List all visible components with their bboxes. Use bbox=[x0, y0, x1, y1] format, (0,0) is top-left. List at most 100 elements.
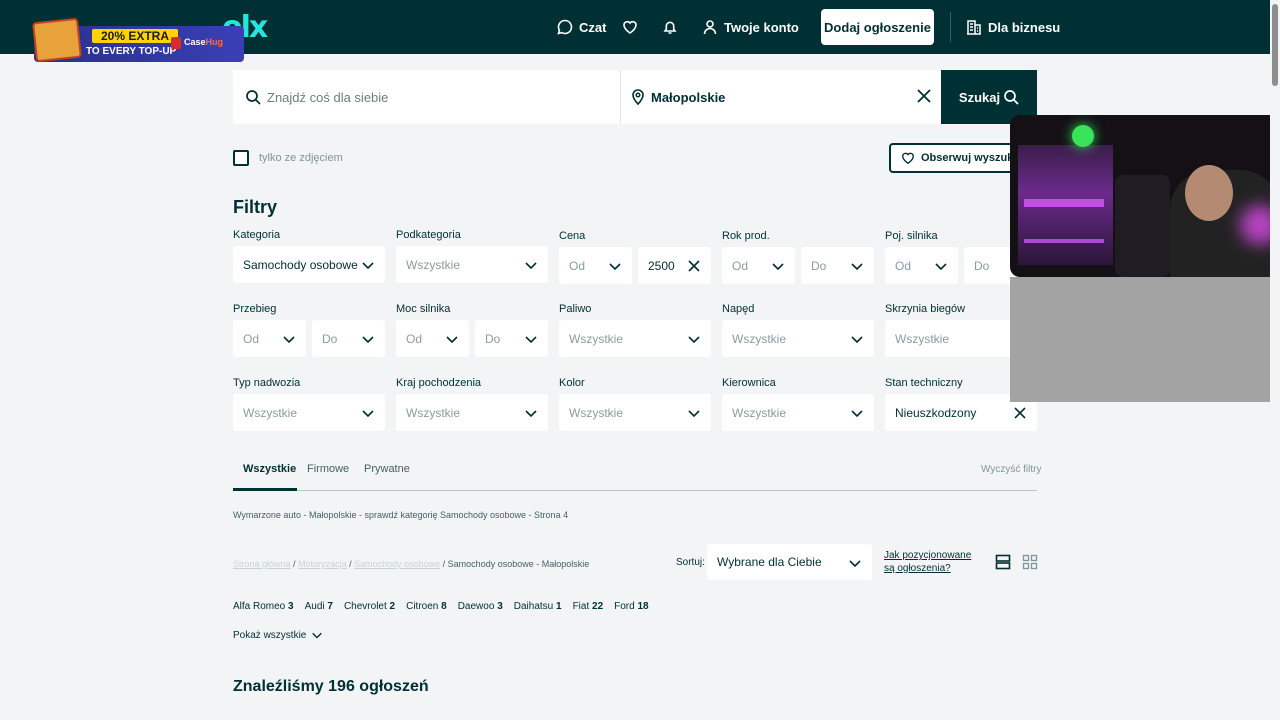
brand-link[interactable]: Ford 18 bbox=[614, 601, 648, 612]
chevron-down-icon bbox=[688, 336, 700, 344]
brand-link[interactable]: Fiat 22 bbox=[573, 601, 604, 612]
mileage-label: Przebieg bbox=[233, 303, 277, 315]
business-link[interactable]: Dla biznesu bbox=[966, 0, 1060, 54]
ranking-info-link[interactable]: Jak pozycjonowane są ogłoszenia? bbox=[884, 549, 984, 575]
body-type-select[interactable]: Wszystkie bbox=[233, 394, 385, 431]
power-from-value: Od bbox=[406, 331, 423, 346]
add-listing-button[interactable]: Dodaj ogłoszenie bbox=[821, 9, 934, 45]
breadcrumb-home[interactable]: Strona główna bbox=[233, 559, 291, 569]
brand-link[interactable]: Audi 7 bbox=[305, 601, 333, 612]
subcategory-select[interactable]: Wszystkie bbox=[396, 246, 548, 283]
color-value: Wszystkie bbox=[569, 405, 623, 420]
body-type-label: Typ nadwozia bbox=[233, 377, 301, 389]
category-value: Samochody osobowe bbox=[243, 257, 358, 272]
webcam-person-head bbox=[1185, 165, 1233, 221]
brand-link[interactable]: Daewoo 3 bbox=[458, 601, 503, 612]
clear-price-icon[interactable] bbox=[687, 259, 701, 273]
follow-search-button[interactable]: Obserwuj wyszukiwanie bbox=[889, 143, 1029, 173]
clear-filters-link[interactable]: Wyczyść filtry bbox=[981, 464, 1041, 475]
drive-select[interactable]: Wszystkie bbox=[722, 320, 874, 357]
chevron-down-icon bbox=[362, 262, 374, 270]
chevron-down-icon bbox=[851, 336, 863, 344]
chevron-down-icon bbox=[446, 336, 458, 344]
notifications-link[interactable] bbox=[662, 0, 684, 54]
search-input[interactable]: Znajdź coś dla siebie bbox=[233, 70, 619, 124]
fuel-label: Paliwo bbox=[559, 303, 592, 315]
chevron-down-icon bbox=[688, 410, 700, 418]
promo-banner[interactable]: 20% EXTRA TO EVERY TOP-UP CaseHug bbox=[32, 17, 244, 63]
favorites-link[interactable] bbox=[622, 0, 644, 54]
chevron-down-icon bbox=[525, 336, 537, 344]
show-all-brands-button[interactable]: Pokaż wszystkie bbox=[233, 629, 323, 641]
seo-text: Wymarzone auto - Małopolskie - sprawdź k… bbox=[233, 510, 569, 520]
location-value: Małopolskie bbox=[651, 89, 726, 105]
clear-condition-icon[interactable] bbox=[1013, 406, 1027, 420]
webcam-shelf-light bbox=[1024, 199, 1104, 207]
year-from-value: Od bbox=[732, 258, 749, 273]
category-select[interactable]: Samochody osobowe bbox=[233, 246, 385, 283]
mileage-to-select[interactable]: Do bbox=[312, 320, 385, 357]
sort-label: Sortuj: bbox=[676, 557, 705, 568]
sort-select[interactable]: Wybrane dla Ciebie bbox=[707, 544, 872, 580]
photo-only-checkbox[interactable] bbox=[233, 150, 249, 166]
tab-business[interactable]: Firmowe bbox=[307, 463, 349, 475]
tabs-divider bbox=[233, 490, 1037, 491]
fuel-select[interactable]: Wszystkie bbox=[559, 320, 711, 357]
brand-link[interactable]: Alfa Romeo 3 bbox=[233, 601, 294, 612]
active-tab-indicator bbox=[233, 488, 297, 491]
breadcrumb-region[interactable]: Motoryzacja bbox=[298, 559, 347, 569]
year-from-select[interactable]: Od bbox=[722, 247, 795, 284]
clear-location-icon[interactable] bbox=[915, 87, 933, 105]
list-view-icon[interactable] bbox=[995, 554, 1011, 570]
condition-value: Nieuszkodzony bbox=[895, 405, 977, 420]
search-bar: Znajdź coś dla siebie Małopolskie Szukaj bbox=[233, 70, 1037, 124]
brand-link[interactable]: Citroen 8 bbox=[406, 601, 447, 612]
top-header: olx 20% EXTRA TO EVERY TOP-UP CaseHug Cz… bbox=[0, 0, 1280, 63]
promo-subtitle: TO EVERY TOP-UP bbox=[86, 46, 177, 57]
webcam-neon-sign bbox=[1072, 125, 1094, 147]
brand-link[interactable]: Chevrolet 2 bbox=[344, 601, 395, 612]
drive-label: Napęd bbox=[722, 303, 755, 315]
subcategory-value: Wszystkie bbox=[406, 257, 460, 272]
engine-capacity-label: Poj. silnika bbox=[885, 230, 938, 242]
scrollbar-thumb[interactable] bbox=[1272, 4, 1278, 86]
location-input[interactable]: Małopolskie bbox=[620, 70, 941, 124]
grid-view-icon[interactable] bbox=[1022, 554, 1038, 570]
price-from-select[interactable]: Od bbox=[559, 247, 632, 284]
power-from-select[interactable]: Od bbox=[396, 320, 469, 357]
chat-icon bbox=[557, 19, 573, 35]
scrollbar-track[interactable] bbox=[1270, 0, 1280, 720]
mileage-from-select[interactable]: Od bbox=[233, 320, 306, 357]
search-button-label: Szukaj bbox=[958, 89, 1001, 105]
breadcrumb: Strona główna / Motoryzacja / Samochody … bbox=[233, 559, 590, 569]
gearbox-value: Wszystkie bbox=[895, 331, 949, 346]
promo-brand: CaseHug bbox=[184, 37, 224, 47]
promo-cards-image bbox=[32, 17, 82, 63]
price-to-input[interactable]: 2500 bbox=[638, 247, 711, 284]
power-to-select[interactable]: Do bbox=[475, 320, 548, 357]
steering-select[interactable]: Wszystkie bbox=[722, 394, 874, 431]
brand-link[interactable]: Daihatsu 1 bbox=[514, 601, 562, 612]
year-to-select[interactable]: Do bbox=[801, 247, 874, 284]
webcam-chair bbox=[1115, 175, 1170, 277]
color-select[interactable]: Wszystkie bbox=[559, 394, 711, 431]
engine-capacity-from-select[interactable]: Od bbox=[885, 247, 958, 284]
chevron-down-icon bbox=[609, 263, 621, 271]
mileage-from-value: Od bbox=[243, 331, 260, 346]
show-all-label: Pokaż wszystkie bbox=[233, 629, 307, 641]
account-link[interactable]: Twoje konto bbox=[702, 0, 799, 54]
tab-all[interactable]: Wszystkie bbox=[243, 463, 296, 475]
chevron-down-icon bbox=[525, 410, 537, 418]
chat-link[interactable]: Czat bbox=[557, 0, 606, 54]
webcam-overlay bbox=[1010, 115, 1280, 277]
tab-private[interactable]: Prywatne bbox=[364, 463, 410, 475]
fuel-value: Wszystkie bbox=[569, 331, 623, 346]
chevron-down-icon bbox=[851, 410, 863, 418]
chevron-down-icon bbox=[851, 263, 863, 271]
price-label: Cena bbox=[559, 230, 586, 242]
breadcrumb-category[interactable]: Samochody osobowe bbox=[354, 559, 440, 569]
steering-label: Kierownica bbox=[722, 377, 776, 389]
origin-country-select[interactable]: Wszystkie bbox=[396, 394, 548, 431]
chevron-down-icon bbox=[312, 632, 323, 639]
year-label: Rok prod. bbox=[722, 230, 770, 242]
